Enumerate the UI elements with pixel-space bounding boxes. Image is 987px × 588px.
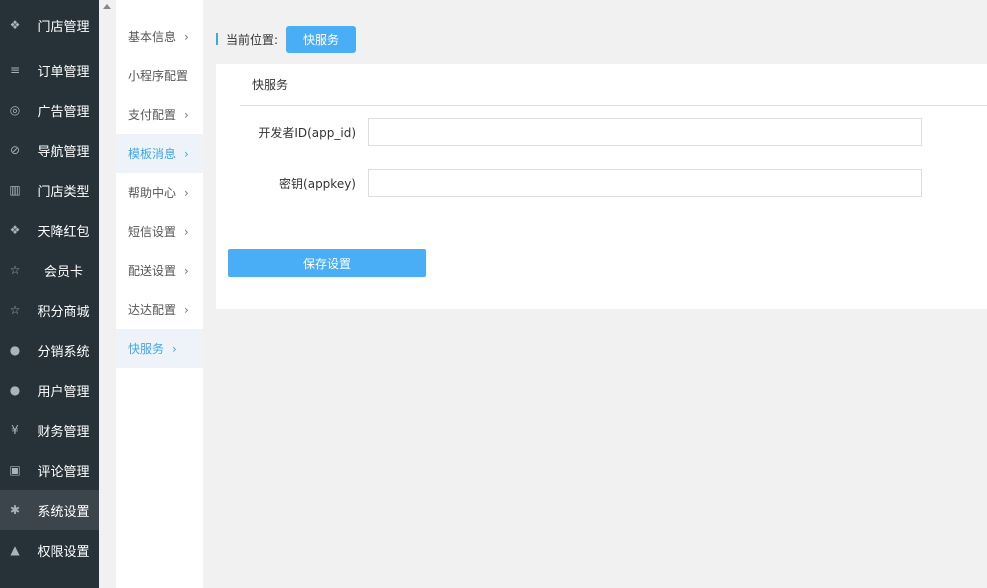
nav-item-0[interactable]: ❖ 门店管理 — [0, 0, 99, 50]
chevron-right-icon: › — [184, 146, 189, 161]
submenu-item-0[interactable]: 基本信息 › — [116, 17, 203, 56]
chevron-right-icon: › — [184, 302, 189, 317]
users-icon: ● — [9, 343, 21, 357]
nav-item-label: 导航管理 — [37, 144, 90, 160]
list-icon: ≡ — [9, 63, 21, 77]
chevron-right-icon: › — [184, 185, 189, 200]
settings-submenu: 基本信息 › 小程序配置支付配置 › 模板消息 › 帮助中心 › 短信设置 › 配送设置 › 达达配置 ›… — [116, 0, 203, 588]
gear-icon: ✱ — [9, 503, 21, 517]
nav-item-11[interactable]: ▣ 评论管理 — [0, 450, 99, 490]
submenu-item-4[interactable]: 帮助中心 › — [116, 173, 203, 212]
chevron-right-icon: › — [184, 224, 189, 239]
submenu-item-7[interactable]: 达达配置 › — [116, 290, 203, 329]
save-settings-button[interactable]: 保存设置 — [228, 249, 426, 277]
submenu-item-label: 模板消息 — [128, 147, 177, 161]
nav-item-label: 系统设置 — [37, 504, 90, 520]
nav-item-8[interactable]: ● 分销系统 — [0, 330, 99, 370]
breadcrumb: 当前位置: 快服务 — [216, 25, 357, 53]
cubes-icon: ❖ — [9, 18, 21, 32]
app-id-label: 开发者ID(app_id) — [258, 125, 356, 140]
yen-icon: ¥ — [11, 423, 19, 437]
nav-item-10[interactable]: ¥ 财务管理 — [0, 410, 99, 450]
lifebuoy-icon: ◎ — [9, 103, 21, 117]
nav-item-7[interactable]: ☆ 积分商城 — [0, 290, 99, 330]
app-key-label: 密钥(appkey) — [279, 176, 356, 191]
nav-item-label: 积分商城 — [37, 304, 90, 320]
chevron-right-icon: › — [184, 263, 189, 278]
app-key-row: 密钥(appkey) — [216, 169, 922, 197]
sidebar-scrollbar[interactable] — [99, 0, 116, 588]
nav-item-label: 广告管理 — [37, 104, 90, 120]
nav-item-6[interactable]: ☆ 会员卡 — [0, 250, 99, 290]
submenu-item-label: 小程序配置 — [128, 69, 189, 83]
submenu-item-2[interactable]: 支付配置 › — [116, 95, 203, 134]
submenu-item-8[interactable]: 快服务 › — [116, 329, 203, 368]
nav-item-3[interactable]: ⊘ 导航管理 — [0, 130, 99, 170]
app-id-input[interactable] — [368, 118, 922, 146]
nav-item-label: 门店管理 — [37, 19, 90, 35]
nav-item-label: 订单管理 — [37, 64, 90, 80]
settings-panel: 快服务 开发者ID(app_id) 密钥(appkey) 保存设置 — [216, 64, 987, 309]
submenu-item-label: 帮助中心 — [128, 186, 177, 200]
chevron-right-icon: › — [172, 341, 177, 356]
breadcrumb-current[interactable]: 快服务 — [286, 25, 357, 53]
chevron-right-icon: › — [184, 107, 189, 122]
nav-item-1[interactable]: ≡ 订单管理 — [0, 50, 99, 90]
submenu-item-label: 配送设置 — [128, 264, 177, 278]
breadcrumb-label: 当前位置: — [226, 32, 279, 47]
app-id-row: 开发者ID(app_id) — [216, 118, 922, 146]
panel-title: 快服务 — [240, 64, 987, 106]
star-icon: ☆ — [9, 263, 21, 277]
nav-item-4[interactable]: ▥ 门店类型 — [0, 170, 99, 210]
compass-icon: ⊘ — [9, 143, 21, 157]
nav-item-label: 财务管理 — [37, 424, 90, 440]
submenu-item-3[interactable]: 模板消息 › — [116, 134, 203, 173]
breadcrumb-marker — [216, 33, 218, 45]
chevron-right-icon: › — [184, 29, 189, 44]
nav-item-label: 天降红包 — [37, 224, 90, 240]
nav-item-label: 用户管理 — [37, 384, 90, 400]
nav-item-9[interactable]: ● 用户管理 — [0, 370, 99, 410]
submenu-item-label: 短信设置 — [128, 225, 177, 239]
star-icon: ☆ — [9, 303, 21, 317]
app-key-input[interactable] — [368, 169, 922, 197]
nav-item-13[interactable]: ▲ 权限设置 — [0, 530, 99, 570]
main-content: 当前位置: 快服务 快服务 开发者ID(app_id) 密钥(appkey) 保… — [203, 0, 987, 588]
submenu-item-label: 快服务 — [128, 342, 165, 356]
nav-item-label: 权限设置 — [37, 544, 90, 560]
nav-item-label: 分销系统 — [37, 344, 90, 360]
bank-icon: ▥ — [9, 183, 21, 197]
user-icon: ● — [9, 383, 21, 397]
nav-item-5[interactable]: ❖ 天降红包 — [0, 210, 99, 250]
submenu-item-1[interactable]: 小程序配置 — [116, 56, 203, 95]
submenu-item-label: 基本信息 — [128, 30, 177, 44]
submenu-item-6[interactable]: 配送设置 › — [116, 251, 203, 290]
cubes-icon: ❖ — [9, 223, 21, 237]
nav-item-label: 评论管理 — [37, 464, 90, 480]
lock-icon: ▲ — [10, 543, 20, 557]
nav-item-label: 会员卡 — [43, 264, 83, 280]
scroll-up-arrow-icon[interactable] — [103, 4, 111, 9]
money-icon: ▣ — [9, 463, 21, 477]
submenu-item-label: 支付配置 — [128, 108, 177, 122]
nav-item-2[interactable]: ◎ 广告管理 — [0, 90, 99, 130]
nav-item-12[interactable]: ✱ 系统设置 — [0, 490, 99, 530]
main-sidebar: ❖ 门店管理 ≡ 订单管理 ◎ 广告管理 ⊘ 导航管理 ▥ 门店类型 ❖ 天降红包 ☆ 会员卡 ☆ 积分商城 ●… — [0, 0, 99, 588]
submenu-item-label: 达达配置 — [128, 303, 177, 317]
submenu-item-5[interactable]: 短信设置 › — [116, 212, 203, 251]
nav-item-label: 门店类型 — [37, 184, 90, 200]
